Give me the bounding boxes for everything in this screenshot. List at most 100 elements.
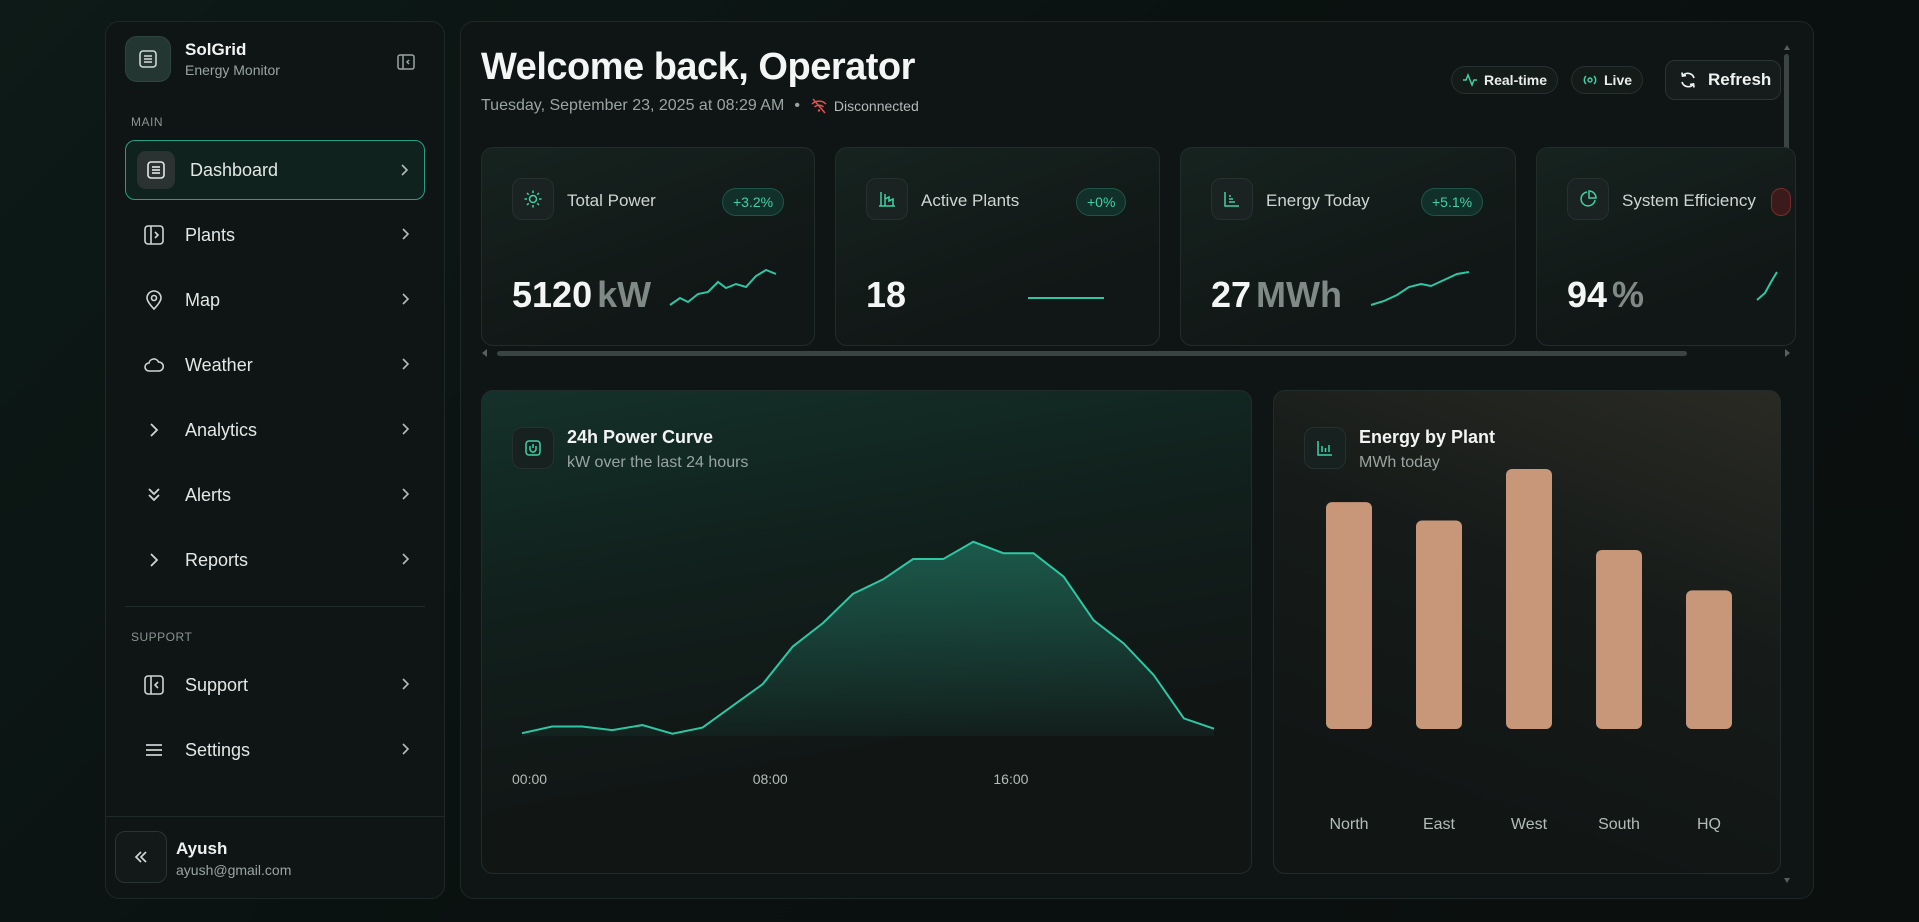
stat-card-system-efficiency: System Efficiency 94% bbox=[1536, 147, 1796, 346]
sparkline-energy-today bbox=[1370, 271, 1470, 306]
brand-name: SolGrid bbox=[185, 40, 247, 59]
chevron-right-icon bbox=[402, 358, 410, 370]
sparkline-total-power bbox=[669, 268, 777, 306]
chevron-right-icon bbox=[143, 419, 165, 441]
date-line: Tuesday, September 23, 2025 at 08:29 AM … bbox=[481, 97, 919, 115]
sidebar-item-label: Map bbox=[185, 289, 221, 310]
bar-category-label: North bbox=[1329, 816, 1369, 833]
sidebar-divider bbox=[125, 606, 425, 607]
realtime-label: Real-time bbox=[1484, 72, 1548, 88]
stat-unit: MWh bbox=[1256, 274, 1343, 315]
sidebar-item-support[interactable]: Support bbox=[125, 655, 425, 715]
section-label-support: SUPPORT bbox=[131, 630, 193, 644]
brand-subtitle: Energy Monitor bbox=[185, 62, 280, 78]
user-email: ayush@gmail.com bbox=[176, 862, 292, 878]
horizontal-scroll-thumb[interactable] bbox=[497, 351, 1687, 356]
section-label-main: MAIN bbox=[131, 115, 163, 129]
stat-change-badge: +0% bbox=[1076, 188, 1127, 216]
bar-north bbox=[1326, 502, 1372, 729]
bar-category-label: HQ bbox=[1697, 816, 1721, 833]
x-tick-label: 16:00 bbox=[993, 771, 1029, 787]
sidebar-item-settings[interactable]: Settings bbox=[125, 720, 425, 780]
sidebar-item-plants[interactable]: Plants bbox=[125, 205, 425, 265]
stat-value: 18 bbox=[866, 274, 906, 316]
bar-category-label: West bbox=[1510, 816, 1548, 833]
x-tick-label: 00:00 bbox=[512, 771, 548, 787]
sidebar-item-label: Settings bbox=[185, 739, 251, 760]
menu-icon bbox=[143, 739, 165, 761]
wifi-off-icon bbox=[811, 98, 827, 114]
sidebar-item-analytics[interactable]: Analytics bbox=[125, 400, 425, 460]
stat-card-active-plants: Active Plants +0% 18 bbox=[835, 147, 1160, 346]
cloud-icon bbox=[143, 354, 165, 376]
sidebar-item-label: Analytics bbox=[185, 419, 258, 440]
stat-unit: % bbox=[1612, 274, 1645, 315]
stat-value: 5120 kW bbox=[512, 274, 651, 316]
sidebar-item-label: Weather bbox=[185, 354, 253, 375]
refresh-label: Refresh bbox=[1708, 70, 1772, 89]
realtime-chip[interactable]: Real-time bbox=[1451, 66, 1559, 94]
chevrons-left-icon bbox=[134, 851, 147, 863]
chevron-right-icon bbox=[143, 549, 165, 571]
bar-east bbox=[1416, 520, 1462, 729]
collapse-sidebar-icon[interactable] bbox=[396, 52, 416, 72]
live-radio-icon bbox=[1583, 75, 1597, 85]
stat-number: 5120 bbox=[512, 274, 593, 315]
energy-by-plant-chart bbox=[1326, 469, 1732, 729]
power-curve-chart bbox=[521, 540, 1215, 736]
stat-title: Active Plants bbox=[921, 191, 1020, 210]
sidebar-left-icon bbox=[143, 674, 165, 696]
x-tick-label: 08:00 bbox=[752, 771, 788, 787]
sun-icon bbox=[512, 178, 554, 220]
chevron-right-icon bbox=[402, 423, 410, 435]
separator-dot: • bbox=[794, 97, 800, 114]
scroll-right-icon[interactable] bbox=[1783, 348, 1791, 358]
sidebar-item-label: Plants bbox=[185, 224, 236, 245]
factory-icon bbox=[866, 178, 908, 220]
refresh-icon bbox=[1681, 72, 1695, 88]
chevron-right-icon bbox=[402, 293, 410, 305]
chevron-right-icon bbox=[402, 228, 410, 240]
page-title: Welcome back, Operator bbox=[481, 46, 915, 88]
power-curve-panel: 24h Power Curve kW over the last 24 hour… bbox=[481, 390, 1252, 874]
map-pin-icon bbox=[143, 289, 165, 311]
user-name: Ayush bbox=[176, 839, 228, 858]
main-content: Welcome back, Operator Tuesday, Septembe… bbox=[460, 21, 1814, 899]
chevron-right-icon bbox=[402, 743, 410, 755]
bar-chart-icon bbox=[1211, 178, 1253, 220]
user-block: Ayush ayush@gmail.com bbox=[106, 816, 444, 898]
sparkline-system-efficiency bbox=[1756, 271, 1778, 301]
live-label: Live bbox=[1604, 72, 1633, 88]
scroll-down-icon[interactable] bbox=[1783, 876, 1791, 884]
bar-west bbox=[1506, 469, 1552, 729]
sidebar-item-alerts[interactable]: Alerts bbox=[125, 465, 425, 525]
sidebar-item-dashboard[interactable]: Dashboard bbox=[125, 140, 425, 200]
chevron-right-icon bbox=[402, 678, 410, 690]
brand: SolGrid Energy Monitor bbox=[125, 36, 280, 82]
bar-south bbox=[1596, 549, 1642, 729]
stat-number: 18 bbox=[866, 274, 907, 315]
bar-category-label: South bbox=[1598, 816, 1640, 833]
sidebar-item-weather[interactable]: Weather bbox=[125, 335, 425, 395]
stat-value: 27 MWh bbox=[1211, 274, 1342, 316]
sidebar-item-reports[interactable]: Reports bbox=[125, 530, 425, 590]
sidebar-item-map[interactable]: Map bbox=[125, 270, 425, 330]
stat-title: Total Power bbox=[567, 191, 656, 210]
connection-status: Disconnected bbox=[833, 98, 919, 114]
chevron-right-icon bbox=[401, 164, 409, 176]
bar-hq bbox=[1686, 590, 1732, 729]
bar-category-label: East bbox=[1422, 816, 1455, 833]
collapse-user-button[interactable] bbox=[115, 831, 167, 883]
stat-unit: kW bbox=[597, 274, 652, 315]
chevrons-down-icon bbox=[143, 484, 165, 506]
sidebar-item-label: Alerts bbox=[185, 484, 232, 505]
refresh-button[interactable]: Refresh bbox=[1665, 60, 1781, 100]
horizontal-scrollbar[interactable] bbox=[481, 348, 1791, 358]
scroll-left-icon[interactable] bbox=[481, 348, 489, 358]
brand-logo-icon bbox=[125, 36, 171, 82]
stat-card-total-power: Total Power +3.2% 5120 kW bbox=[481, 147, 815, 346]
current-date: Tuesday, September 23, 2025 at 08:29 AM bbox=[481, 97, 785, 114]
chevron-right-icon bbox=[402, 553, 410, 565]
scroll-up-icon[interactable] bbox=[1783, 44, 1791, 52]
live-chip[interactable]: Live bbox=[1571, 66, 1644, 94]
